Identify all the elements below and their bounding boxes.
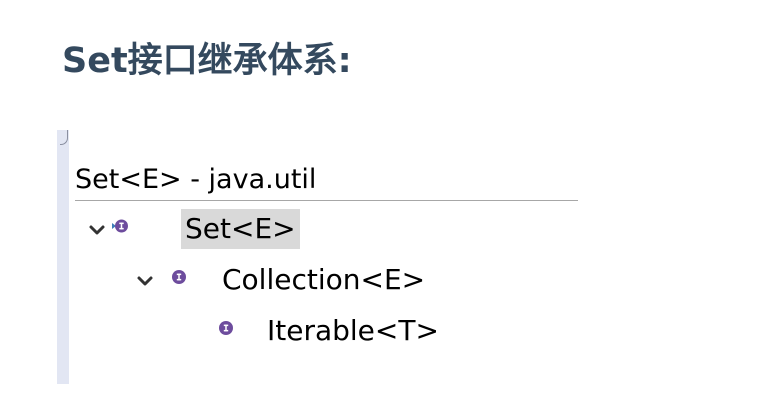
interface-icon: [112, 219, 128, 233]
view-left-border: [57, 130, 69, 384]
chevron-down-icon[interactable]: [87, 220, 107, 240]
interface-icon: [172, 270, 186, 284]
tree-item-set[interactable]: Set<E>: [87, 209, 332, 249]
tree-item-collection[interactable]: Collection<E>: [135, 260, 455, 300]
chevron-down-icon[interactable]: [135, 271, 155, 291]
page-heading: Set接口继承体系:: [62, 41, 352, 81]
title-divider: [75, 200, 578, 201]
type-hierarchy-view: Set<E> - java.util Set<E> Collection<E>: [57, 130, 579, 384]
view-corner-curve: [60, 130, 68, 145]
tree-item-iterable[interactable]: Iterable<T>: [218, 311, 478, 351]
hierarchy-title: Set<E> - java.util: [75, 164, 317, 195]
tree-item-label: Collection<E>: [222, 263, 426, 296]
tree-item-label: Set<E>: [181, 209, 300, 249]
interface-icon: [219, 321, 233, 335]
tree-item-label: Iterable<T>: [267, 314, 439, 347]
